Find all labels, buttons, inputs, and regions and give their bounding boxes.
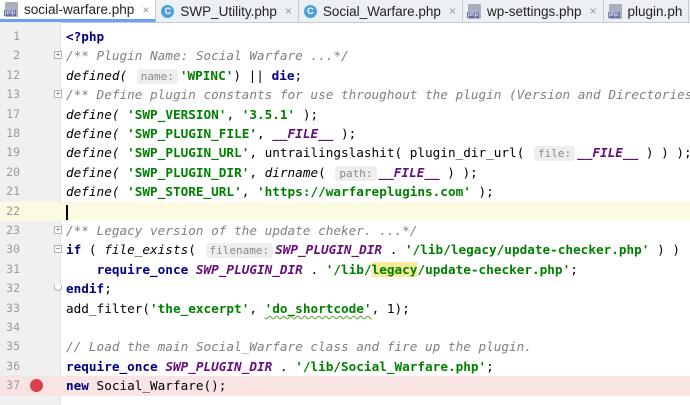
close-icon[interactable]: ×: [449, 4, 456, 18]
fold-toggle-icon[interactable]: +: [54, 226, 62, 234]
line-number: 1: [13, 29, 20, 43]
line-number: 21: [6, 184, 20, 199]
line-number: 30: [6, 242, 20, 257]
line-number: 32: [6, 281, 20, 296]
code-line[interactable]: 31 require_once SWP_PLUGIN_DIR . '/lib/l…: [0, 260, 690, 279]
code-line[interactable]: 21 define( 'SWP_STORE_URL', 'https://war…: [0, 182, 690, 201]
tab-wp-settings-php[interactable]: wp-settings.php ×: [463, 0, 604, 22]
line-number: 17: [6, 106, 20, 121]
code-line[interactable]: 36 require_once SWP_PLUGIN_DIR . '/lib/S…: [0, 357, 690, 376]
code-line[interactable]: 12 defined( name: 'WPINC') || die;: [0, 66, 690, 85]
code-line[interactable]: 1 <?php: [0, 27, 690, 46]
line-number: 34: [6, 320, 20, 334]
tab-label: Social_Warfare.php: [322, 3, 441, 19]
doc-comment: /** Legacy version of the update cheker.…: [66, 223, 418, 238]
line-comment: // Load the main Social_Warfare class an…: [66, 339, 532, 355]
line-number: 13: [6, 87, 20, 102]
current-code-line[interactable]: 22: [0, 201, 690, 221]
doc-comment: /** Plugin Name: Social Warfare ...*/: [66, 48, 349, 64]
fold-toggle-icon[interactable]: +: [54, 51, 62, 60]
tab-label: wp-settings.php: [486, 3, 582, 19]
tab-social-warfare-php[interactable]: social-warfare.php ×: [0, 0, 157, 22]
code-line[interactable]: 19 define( 'SWP_PLUGIN_URL', untrailings…: [0, 143, 690, 162]
code-line[interactable]: 30 − if ( file_exists( filename: SWP_PLUG…: [0, 240, 690, 259]
line-number: 33: [6, 300, 20, 315]
close-icon[interactable]: ×: [142, 3, 149, 17]
line-number: 31: [6, 261, 20, 276]
tab-label: plugin.ph: [627, 3, 683, 19]
line-number: 22: [6, 203, 20, 218]
code-line[interactable]: 18 define( 'SWP_PLUGIN_FILE', __FILE__ )…: [0, 124, 690, 143]
code-line[interactable]: 33 add_filter('the_excerpt', 'do_shortco…: [0, 299, 690, 318]
php-file-icon: [4, 2, 19, 17]
line-number: 12: [6, 67, 20, 82]
line-number: 18: [6, 126, 20, 140]
code-line[interactable]: 34: [0, 318, 690, 337]
breakpoint-icon[interactable]: [30, 379, 43, 393]
tab-label: social-warfare.php: [24, 2, 135, 17]
code-line[interactable]: 20 define( 'SWP_PLUGIN_DIR', dirname( pa…: [0, 163, 690, 182]
php-file-icon: [466, 3, 482, 19]
code-line[interactable]: 23 + /** Legacy version of the update ch…: [0, 221, 690, 240]
line-number: 35: [6, 339, 20, 354]
text-caret: [66, 204, 68, 220]
tab-label: SWP_Utility.php: [180, 3, 277, 19]
spell-check-underline: 'do_shortcode': [264, 300, 372, 316]
class-icon: C: [303, 4, 318, 19]
search-highlight: legacy: [371, 261, 418, 277]
tab-social-warfare-class-php[interactable]: C Social_Warfare.php ×: [299, 0, 463, 22]
code-editor[interactable]: 1 <?php 2 + /** Plugin Name: Social Warf…: [0, 22, 690, 405]
line-number: 2: [13, 48, 20, 63]
fold-end-icon[interactable]: [54, 285, 62, 292]
line-number: 20: [6, 164, 20, 179]
class-icon: C: [160, 4, 175, 19]
php-file-icon: [607, 3, 623, 19]
code-line[interactable]: 32 endif;: [0, 279, 690, 298]
param-hint: path:: [335, 165, 377, 181]
close-icon[interactable]: ×: [590, 4, 597, 18]
fold-toggle-icon[interactable]: +: [54, 90, 62, 99]
code-line[interactable]: 35 // Load the main Social_Warfare class…: [0, 337, 690, 356]
code-line[interactable]: 2 + /** Plugin Name: Social Warfare ...*…: [0, 46, 690, 65]
line-number: 23: [6, 223, 20, 237]
param-hint: file:: [533, 146, 576, 162]
doc-comment: /** Define plugin constants for use thro…: [66, 87, 690, 103]
code-line[interactable]: 13 + /** Define plugin constants for use…: [0, 85, 690, 104]
php-open-tag: <?php: [66, 29, 105, 44]
param-hint: filename:: [205, 243, 274, 259]
tab-swp-utility-php[interactable]: C SWP_Utility.php ×: [156, 0, 299, 22]
tab-plugin-php[interactable]: plugin.ph: [604, 0, 690, 22]
line-number: 19: [6, 145, 20, 160]
code-line[interactable]: 17 define( 'SWP_VERSION', '3.5.1' );: [0, 105, 690, 124]
fold-toggle-icon[interactable]: −: [54, 245, 62, 254]
close-icon[interactable]: ×: [285, 4, 292, 18]
breakpoint-code-line[interactable]: 37 new Social_Warfare();: [0, 376, 690, 396]
line-number: 37: [6, 378, 20, 393]
param-hint: name:: [136, 68, 178, 84]
line-number: 36: [6, 358, 20, 373]
editor-tab-bar: social-warfare.php × C SWP_Utility.php ×…: [0, 0, 690, 23]
